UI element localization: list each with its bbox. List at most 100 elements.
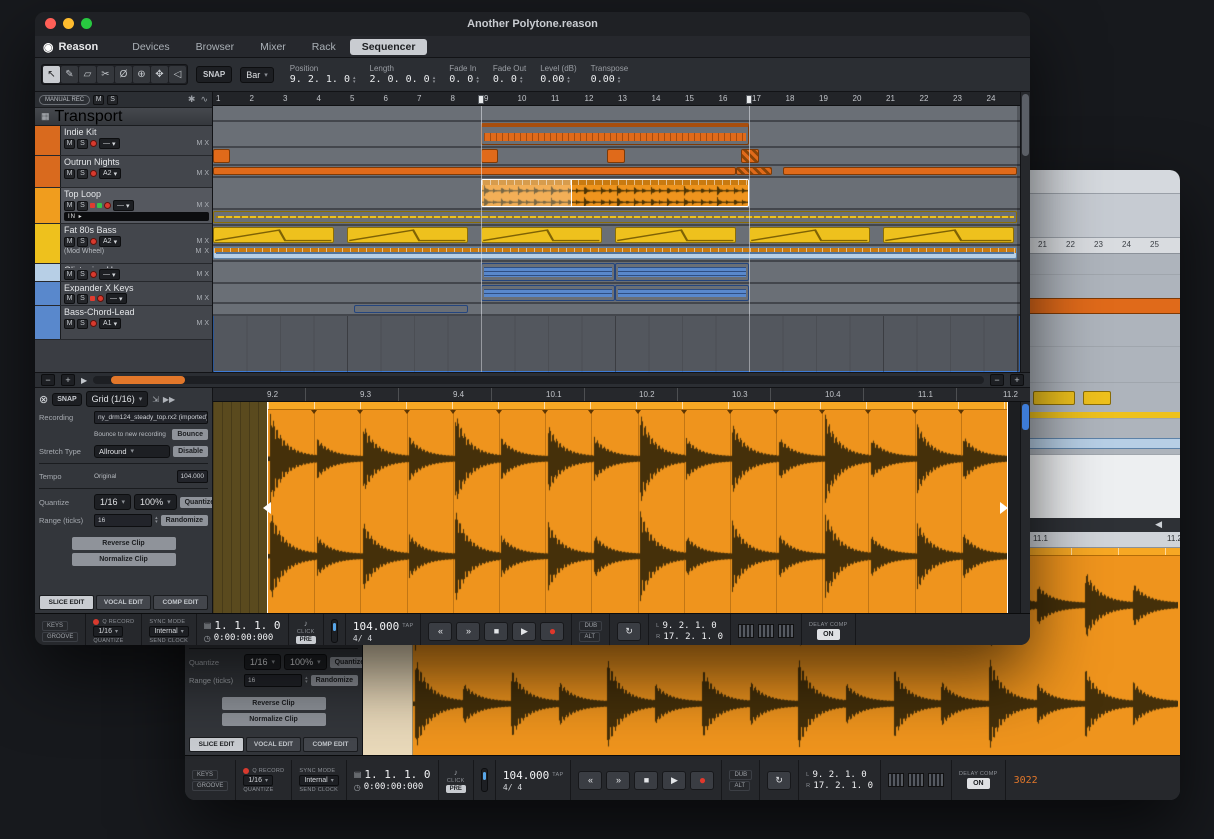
pointer-tool-icon[interactable]: ↖ [43, 66, 60, 83]
record-arm-button[interactable] [97, 295, 104, 302]
reverse-clip-button[interactable]: Reverse Clip [72, 537, 176, 550]
master-mute-button[interactable]: M [93, 95, 104, 105]
magnify-tool-icon[interactable]: ⊕ [133, 66, 150, 83]
stretch-type-dropdown[interactable]: Allround▾ [94, 445, 170, 458]
clip-top-loop[interactable] [481, 179, 749, 207]
track-header-top-loop[interactable]: Top LoopMS—▾MXIN ▸ [35, 188, 212, 224]
lane-delete-button[interactable]: X [204, 202, 209, 209]
lane-delete-button[interactable]: X [204, 295, 209, 302]
clip-mod-wheel[interactable] [883, 227, 1014, 243]
track-solo-button[interactable]: S [77, 270, 88, 280]
track-solo-button[interactable]: S [77, 294, 88, 304]
song-position-display[interactable]: 1. 1. 1. 0 [364, 768, 430, 781]
time-signature-display[interactable]: 4/ 4 [353, 634, 372, 643]
edit-tab-vocal-edit[interactable]: VOCAL EDIT [246, 737, 301, 752]
tab-devices[interactable]: Devices [120, 39, 181, 55]
lane-delete-button[interactable]: X [204, 320, 209, 327]
minimize-window-button[interactable] [63, 18, 74, 29]
track-solo-button[interactable]: S [77, 169, 88, 179]
quantize-grid-dropdown[interactable]: 1/16▾ [244, 654, 281, 670]
tempo-display[interactable]: 104.000 [353, 620, 399, 633]
normalize-clip-button[interactable]: Normalize Clip [222, 713, 326, 726]
loop-end-marker[interactable] [746, 95, 752, 104]
zoom-in-button[interactable]: + [1010, 374, 1024, 386]
edit-tab-comp-edit[interactable]: COMP EDIT [153, 595, 208, 610]
step-down-icon[interactable]: ▾ [155, 520, 158, 524]
wave-timeline-ruler[interactable]: 9.29.39.410.110.210.310.411.111.2 [213, 388, 1030, 402]
rewind-button[interactable]: « [578, 771, 602, 790]
close-window-button[interactable] [45, 18, 56, 29]
loop-button[interactable]: ↻ [767, 771, 791, 790]
mute-tool-icon[interactable]: Ø [115, 66, 132, 83]
clip-mod-wheel[interactable] [615, 227, 736, 243]
track-output-dropdown[interactable]: —▾ [99, 138, 120, 149]
keys-button[interactable]: KEYS [42, 621, 68, 631]
field-stepper[interactable]: ▴▾ [476, 76, 479, 84]
tempo-display[interactable]: 104.000 [503, 769, 549, 782]
lane-delete-button[interactable]: X [204, 170, 209, 177]
zoom-window-button[interactable] [81, 18, 92, 29]
waveform-display[interactable] [268, 410, 1007, 605]
record-button[interactable]: ● [690, 771, 714, 790]
track-mute-button[interactable]: M [64, 139, 75, 149]
snap-button[interactable]: SNAP [196, 66, 232, 83]
field-value[interactable]: 9. 2. 1. 0 [290, 74, 350, 85]
click-level-slider[interactable] [331, 619, 338, 643]
selection-handle-left[interactable] [257, 502, 271, 514]
loop-start-display[interactable]: 9. 2. 1. 0 [813, 770, 867, 780]
manual-rec-button[interactable]: MANUAL REC [39, 95, 90, 105]
time-position-display[interactable]: 0:00:00:000 [364, 782, 424, 792]
transport-track[interactable]: ▦ Transport [35, 108, 212, 126]
lane-delete-button[interactable]: X [204, 248, 209, 255]
record-arm-button[interactable] [90, 271, 97, 278]
zoom-out-button[interactable]: − [990, 374, 1004, 386]
pre-count-button[interactable]: PRE [446, 785, 466, 793]
automation-lane-header[interactable]: (Mod Wheel)MX [64, 248, 209, 255]
wave-vertical-scrollbar[interactable] [1020, 402, 1030, 613]
step-down-icon[interactable]: ▾ [476, 80, 479, 84]
arrangement-area[interactable]: 1234567891011121314151617181920212223242… [213, 92, 1020, 372]
master-solo-button[interactable]: S [107, 95, 118, 105]
transport-quantize-dropdown[interactable]: 1/16▾ [93, 626, 123, 637]
edit-snap-button[interactable]: SNAP [52, 393, 81, 406]
clip-fat-80s-bass[interactable] [213, 211, 1017, 223]
step-down-icon[interactable]: ▾ [618, 80, 621, 84]
loop-start-display[interactable]: 9. 2. 1. 0 [663, 621, 717, 631]
clip-bass-chord-a[interactable] [615, 285, 749, 301]
field-value[interactable]: 2. 0. 0. 0 [370, 74, 430, 85]
step-down-icon[interactable]: ▾ [567, 80, 570, 84]
track-mute-button[interactable]: M [64, 201, 75, 211]
time-signature-display[interactable]: 4/ 4 [503, 783, 522, 792]
close-clip-icon[interactable]: ⊗ [39, 393, 48, 406]
tab-mixer[interactable]: Mixer [248, 39, 298, 55]
back-yellow-clip[interactable] [1033, 391, 1075, 405]
clip-mod-wheel[interactable] [481, 227, 602, 243]
record-arm-button[interactable] [90, 140, 97, 147]
field-stepper[interactable]: ▴▾ [433, 76, 436, 84]
track-header-fat-80s-bass[interactable]: Fat 80s BassMSA2▾MX(Mod Wheel)MX [35, 224, 212, 264]
track-mute-button[interactable]: M [64, 237, 75, 247]
zoom-fit-icon[interactable]: ⇲ [152, 395, 159, 404]
track-header-glistening-house[interactable]: Glistening HouseMS—▾MX [35, 264, 212, 282]
clip-expander-x-keys[interactable] [481, 263, 615, 281]
horizontal-scrollbar[interactable] [93, 376, 984, 384]
tab-sequencer[interactable]: Sequencer [350, 39, 428, 55]
clip-mod-wheel[interactable] [213, 227, 334, 243]
normalize-clip-button[interactable]: Normalize Clip [72, 553, 176, 566]
hand-tool-icon[interactable]: ✥ [151, 66, 168, 83]
edit-tab-comp-edit[interactable]: COMP EDIT [303, 737, 358, 752]
alt-button[interactable]: ALT [729, 781, 750, 791]
loop-start-marker[interactable] [478, 95, 484, 104]
back-yellow-clip[interactable] [1083, 391, 1111, 405]
razor-tool-icon[interactable]: ✂ [97, 66, 114, 83]
track-output-dropdown[interactable]: A1▾ [99, 318, 121, 329]
scrollbar-thumb[interactable] [111, 376, 185, 384]
vertical-scrollbar[interactable] [1020, 92, 1030, 372]
clip-expander-x-keys[interactable] [615, 263, 749, 281]
reverse-clip-button[interactable]: Reverse Clip [222, 697, 326, 710]
clip-glistening-house[interactable] [213, 247, 1017, 259]
clip-outrun-b[interactable] [783, 167, 1018, 175]
scroll-left-icon[interactable]: ◀ [1155, 519, 1162, 530]
tap-tempo-button[interactable]: TAP [402, 623, 413, 629]
record-arm-button[interactable] [104, 202, 111, 209]
